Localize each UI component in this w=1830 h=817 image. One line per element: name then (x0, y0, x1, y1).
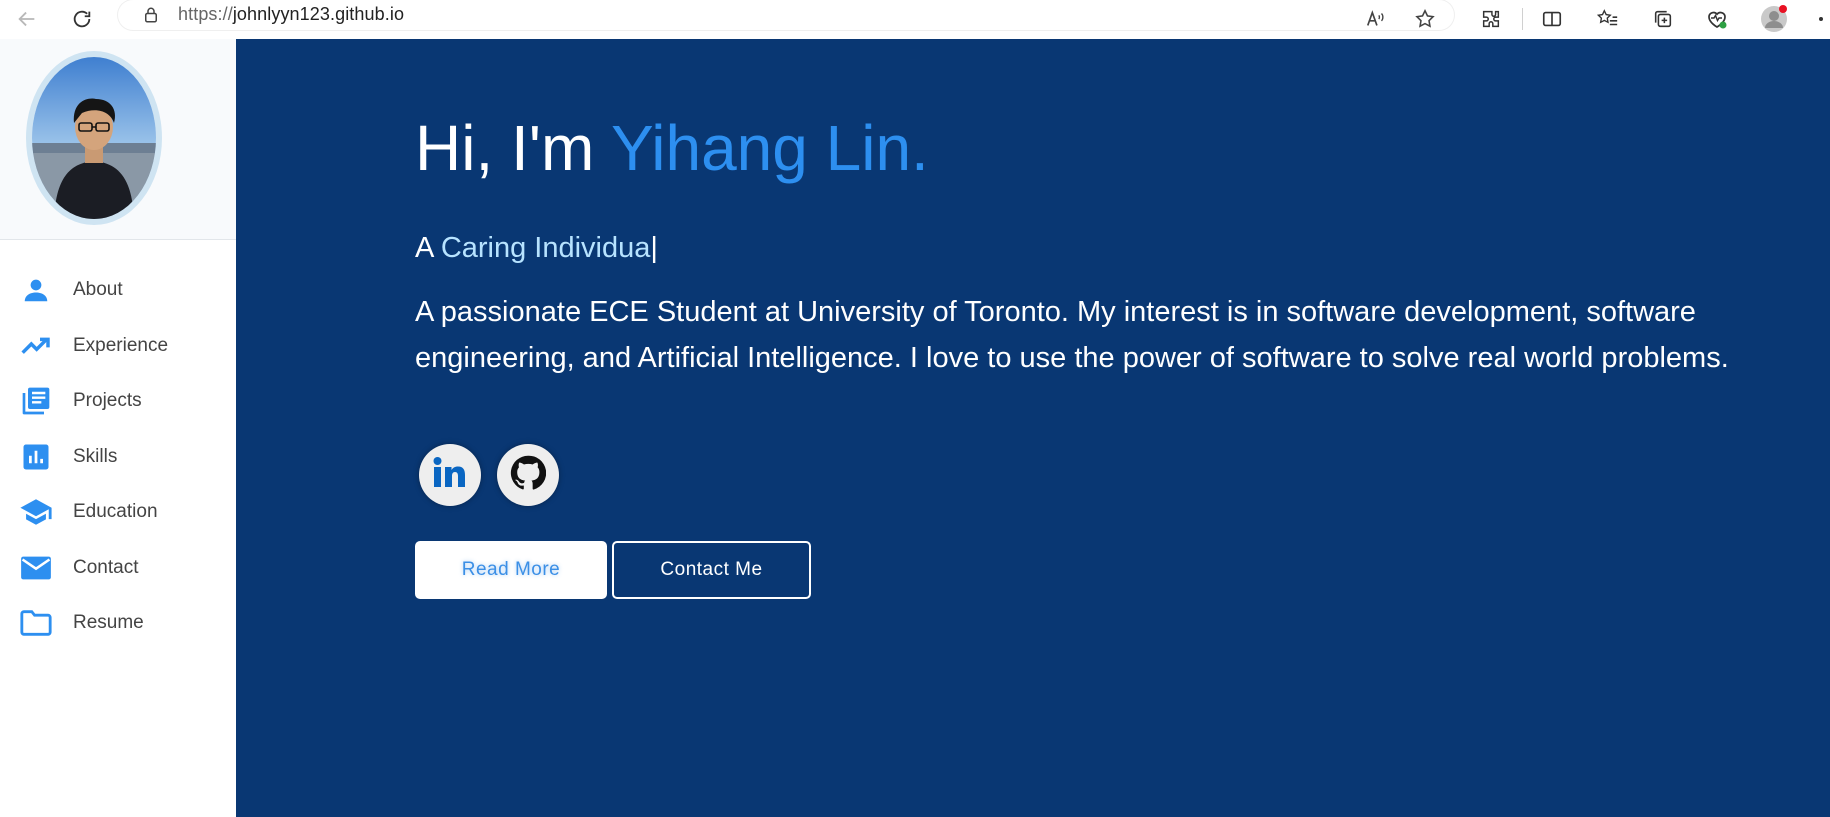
url-host: johnlyyn123.github.io (232, 4, 405, 24)
refresh-icon[interactable] (67, 4, 97, 34)
sidebar-item-label: Education (73, 501, 158, 522)
sidebar-item-label: Experience (73, 335, 169, 356)
folder-icon (19, 606, 53, 640)
favorite-star-icon[interactable] (1410, 4, 1440, 34)
address-url: https://johnlyyn123.github.io (178, 4, 404, 25)
sidebar-item-about[interactable]: About (0, 267, 236, 313)
hero-name: Yihang Lin. (610, 112, 929, 184)
github-icon (510, 455, 547, 496)
person-icon (19, 273, 53, 307)
sidebar-item-resume[interactable]: Resume (0, 600, 236, 646)
contact-me-button[interactable]: Contact Me (612, 541, 811, 599)
collections-icon[interactable] (1648, 4, 1678, 34)
profile-header (0, 39, 236, 240)
profile-avatar-icon[interactable] (1759, 4, 1789, 34)
read-more-button[interactable]: Read More (415, 541, 607, 599)
linkedin-icon (430, 453, 470, 498)
sidebar-item-label: Resume (73, 612, 144, 633)
sidebar-item-education[interactable]: Education (0, 489, 236, 535)
typed-prefix: A (415, 232, 441, 264)
sidebar-item-contact[interactable]: Contact (0, 545, 236, 591)
greeting-text: Hi, I'm (415, 112, 611, 184)
typed-subtitle: A Caring Individua| (415, 232, 658, 265)
toolbar-divider (1522, 8, 1523, 30)
github-link[interactable] (497, 444, 559, 506)
library-books-icon (19, 384, 53, 418)
trending-up-icon (19, 329, 53, 363)
url-protocol: https:// (178, 4, 233, 24)
typed-cursor: | (650, 232, 658, 264)
read-aloud-icon[interactable] (1361, 4, 1391, 34)
split-screen-icon[interactable] (1537, 4, 1567, 34)
hero-section: Hi, I'm Yihang Lin. A Caring Individua| … (236, 39, 1830, 817)
more-options-icon[interactable] (1812, 4, 1830, 34)
sidebar-item-label: About (73, 279, 123, 300)
favorites-list-icon[interactable] (1593, 4, 1623, 34)
address-bar[interactable]: https://johnlyyn123.github.io (118, 0, 1454, 30)
hero-heading: Hi, I'm Yihang Lin. (415, 111, 929, 185)
sidebar-item-label: Projects (73, 390, 142, 411)
sidebar: About Experience Projects Skills Educati… (0, 39, 236, 817)
linkedin-link[interactable] (419, 444, 481, 506)
bar-chart-icon (19, 440, 53, 474)
extensions-icon[interactable] (1476, 4, 1506, 34)
browser-toolbar: https://johnlyyn123.github.io (0, 0, 1830, 40)
sidebar-item-label: Contact (73, 557, 139, 578)
sidebar-item-skills[interactable]: Skills (0, 434, 236, 480)
lock-icon (136, 0, 166, 30)
hero-bio: A passionate ECE Student at University o… (415, 296, 1729, 374)
typed-trait: Caring Individua (440, 232, 651, 264)
browser-essentials-icon[interactable] (1702, 4, 1732, 34)
sidebar-item-projects[interactable]: Projects (0, 378, 236, 424)
school-icon (19, 495, 53, 529)
avatar (26, 51, 162, 225)
back-arrow-icon[interactable] (12, 4, 42, 34)
sidebar-item-experience[interactable]: Experience (0, 323, 236, 369)
sidebar-item-label: Skills (73, 446, 118, 467)
mail-icon (19, 551, 53, 585)
